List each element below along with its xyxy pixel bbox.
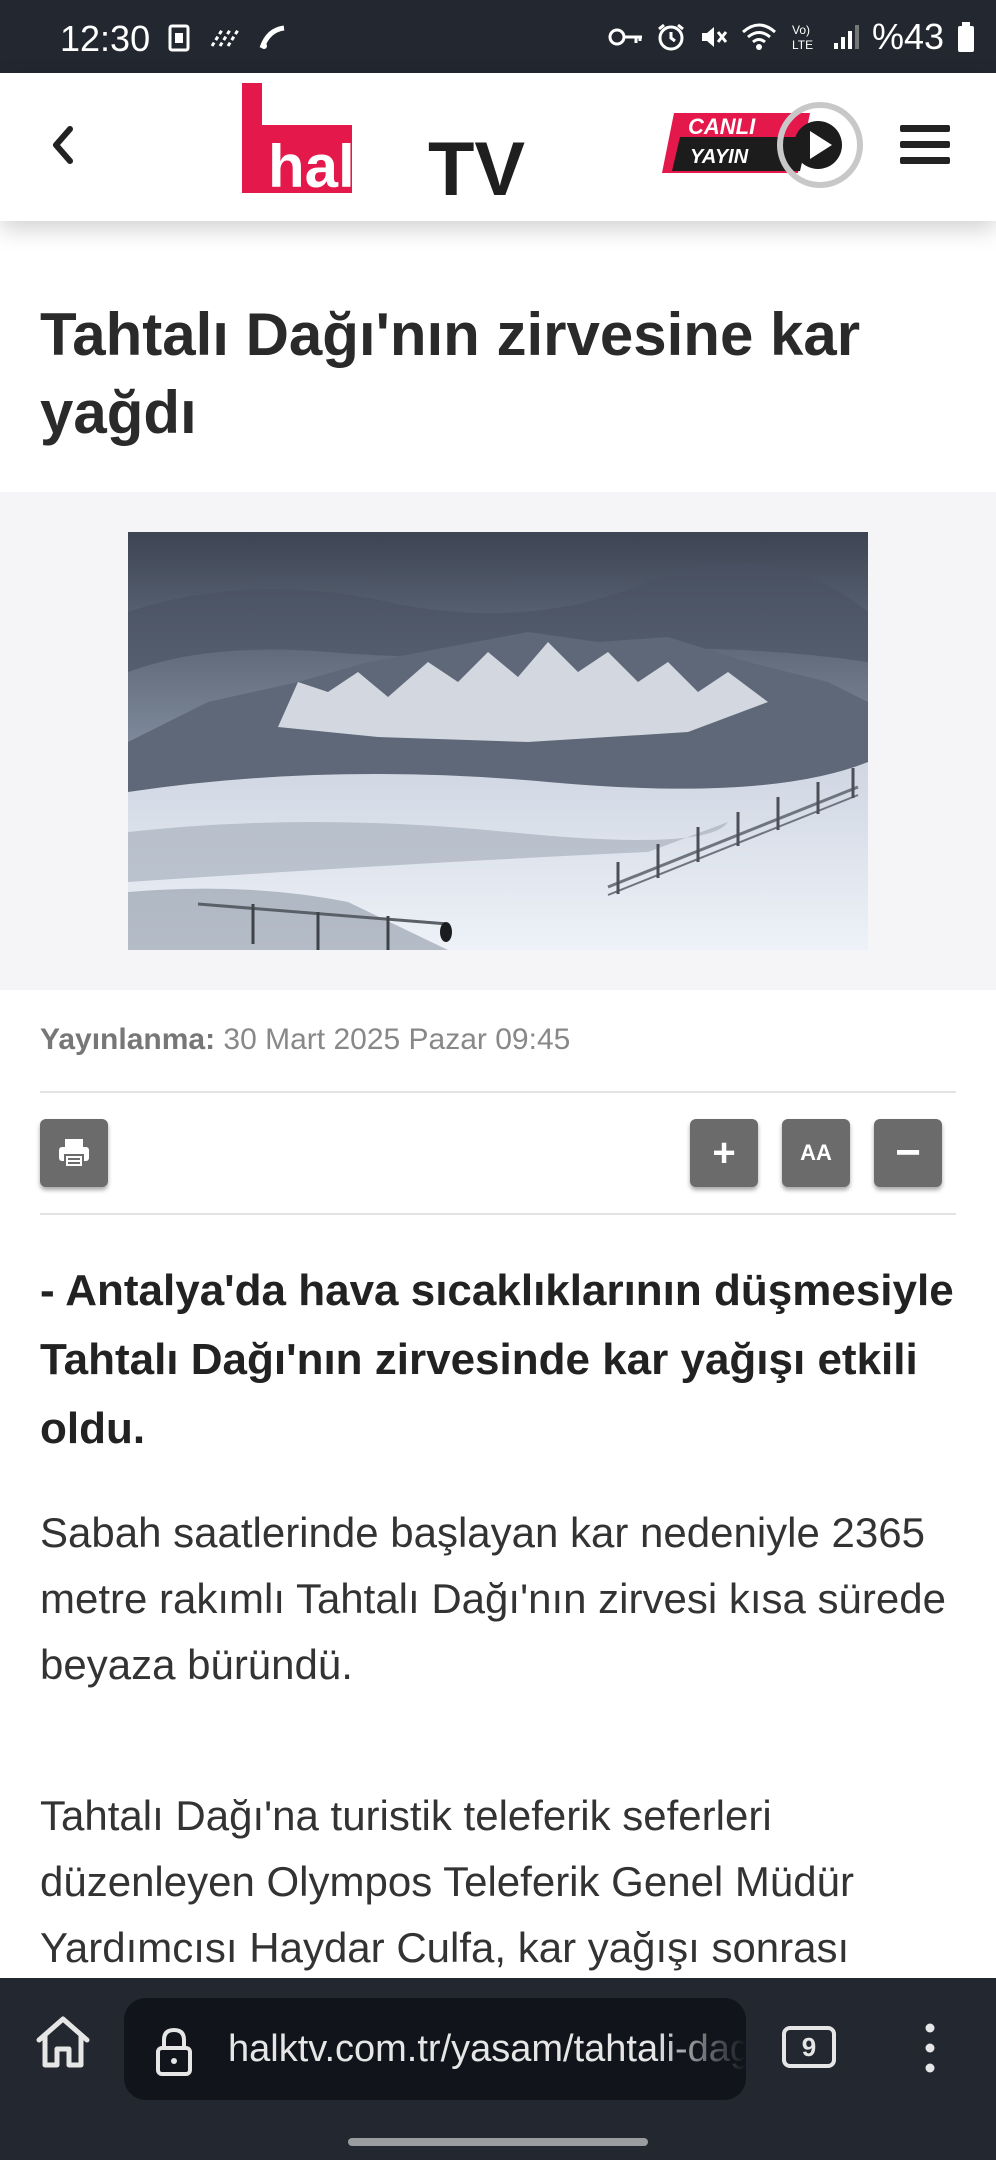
- live-label-2: YAYIN: [690, 146, 749, 168]
- publish-label: Yayınlanma:: [40, 1023, 216, 1056]
- lock-icon[interactable]: [154, 2026, 194, 2076]
- logo-halk-text: halk: [268, 133, 389, 200]
- font-size-button[interactable]: AA: [782, 1119, 850, 1187]
- article-title: Tahtalı Dağı'nın zirvesine kar yağdı: [40, 301, 861, 446]
- publish-date: Yayınlanma: 30 Mart 2025 Pazar 09:45: [40, 1023, 570, 1057]
- more-options-icon[interactable]: [920, 2022, 940, 2074]
- hamburger-menu-icon[interactable]: [900, 123, 950, 167]
- divider-top: [40, 1091, 956, 1093]
- font-decrease-button[interactable]: −: [874, 1119, 942, 1187]
- signal-icon: [833, 25, 859, 49]
- key-icon: [608, 28, 642, 46]
- wifi-icon: [741, 23, 776, 50]
- gesture-bar[interactable]: [348, 2138, 648, 2146]
- status-time: 12:30: [60, 18, 151, 59]
- print-button[interactable]: [40, 1119, 108, 1187]
- nfc-icon: [210, 29, 240, 47]
- browser-bottom-bar: halktv.com.tr/yasam/tahtali-dagi 9: [0, 1978, 996, 2160]
- svg-text:LTE: LTE: [792, 38, 813, 52]
- sim-icon: [168, 24, 190, 52]
- article-paragraph-2: Tahtalı Dağı'na turistik teleferik sefer…: [40, 1792, 854, 1971]
- article-paragraph-1: Sabah saatlerinde başlayan kar nedeniyle…: [40, 1509, 946, 1688]
- publish-value: 30 Mart 2025 Pazar 09:45: [223, 1023, 571, 1056]
- article-lead: - Antalya'da hava sıcaklıklarının düşmes…: [40, 1266, 954, 1453]
- logo-tv-text: TV: [428, 127, 525, 212]
- article-photo[interactable]: [128, 532, 868, 950]
- live-label-1: CANLI: [688, 114, 756, 139]
- print-icon: [59, 1139, 89, 1168]
- home-icon[interactable]: [34, 2014, 92, 2070]
- tab-switcher-button[interactable]: 9: [782, 2026, 836, 2068]
- back-arrow-icon[interactable]: [44, 119, 84, 171]
- halktv-logo[interactable]: halk TV: [242, 83, 552, 213]
- address-bar[interactable]: halktv.com.tr/yasam/tahtali-dagi: [124, 1998, 746, 2100]
- site-header: halk TV CANLI YAYIN: [0, 73, 996, 221]
- volte-icon: Vo)LTE: [792, 23, 813, 52]
- battery-icon: [958, 22, 974, 52]
- divider-bottom: [40, 1213, 956, 1215]
- cast-icon: [259, 25, 285, 49]
- font-increase-button[interactable]: +: [690, 1119, 758, 1187]
- svg-text:Vo): Vo): [792, 23, 810, 37]
- status-right-icons: Vo) LTE %43: [608, 16, 976, 58]
- article-image-container: [0, 492, 996, 990]
- url-fade: [656, 1998, 746, 2100]
- alarm-icon: [658, 23, 684, 51]
- status-bar: 12:30 Vo) LTE %43: [0, 0, 996, 73]
- mute-icon: [701, 27, 728, 47]
- live-broadcast-button[interactable]: CANLI YAYIN: [660, 101, 866, 191]
- battery-percent: %43: [871, 16, 944, 57]
- status-left-icons: [168, 24, 288, 52]
